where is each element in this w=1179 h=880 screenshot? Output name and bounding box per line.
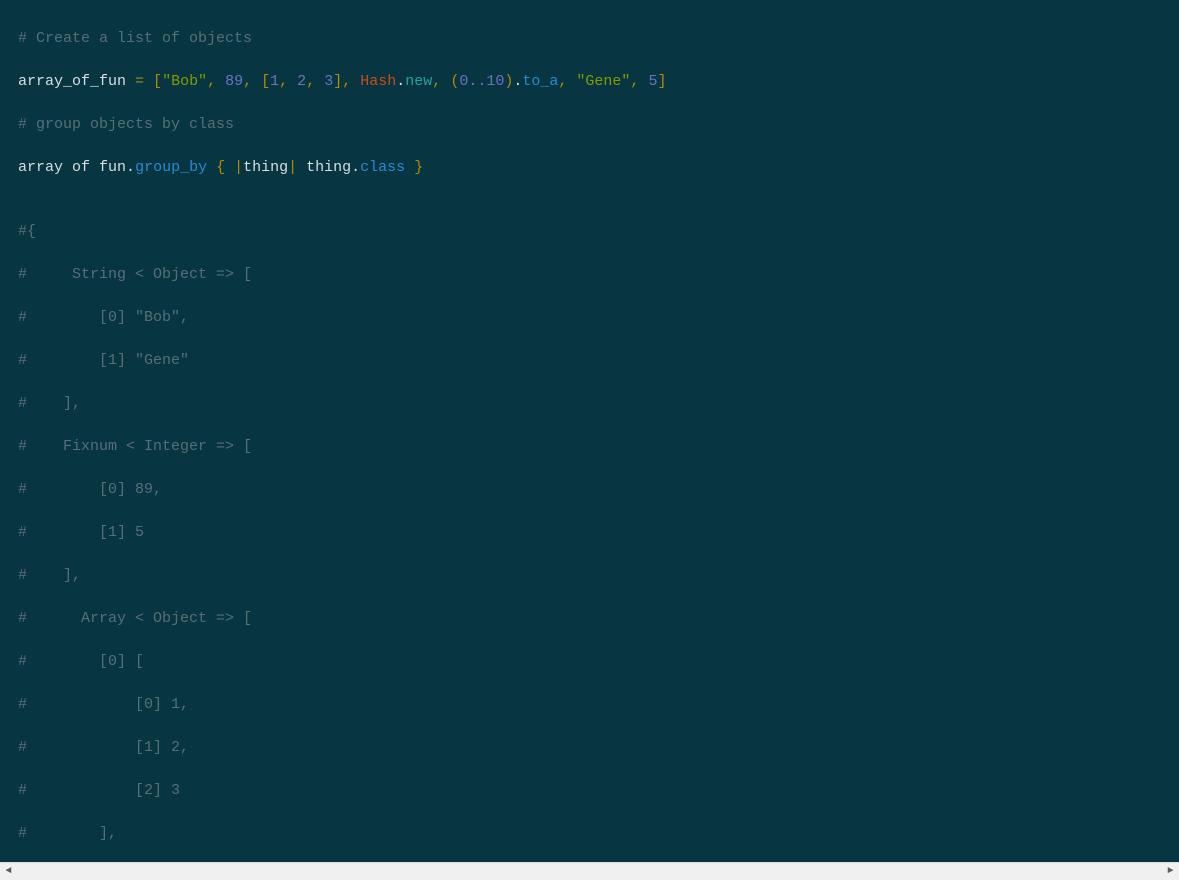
- code-line: # String < Object => [: [18, 264, 1179, 286]
- comma: ,: [558, 73, 576, 90]
- code-line: # [0] 1,: [18, 694, 1179, 716]
- comment-text: # [1] 5: [18, 524, 144, 541]
- code-line: # Fixnum < Integer => [: [18, 436, 1179, 458]
- scroll-left-button[interactable]: ◄: [0, 863, 17, 880]
- operator: =: [126, 73, 153, 90]
- code-line: #{: [18, 221, 1179, 243]
- comma: ,: [279, 73, 297, 90]
- dot: .: [396, 73, 405, 90]
- method: group_by: [135, 159, 207, 176]
- dot: .: [351, 159, 360, 176]
- comment-text: # ],: [18, 825, 117, 842]
- range-literal: 0..10: [459, 73, 504, 90]
- dot: .: [126, 159, 135, 176]
- code-line: # [1] 5: [18, 522, 1179, 544]
- code-line: array of fun.group_by { |thing| thing.cl…: [18, 157, 1179, 179]
- brace: }: [405, 159, 423, 176]
- comma: ,: [306, 73, 324, 90]
- code-line: # [0] "Bob",: [18, 307, 1179, 329]
- comma: ,: [630, 73, 648, 90]
- comment-text: # [2] 3: [18, 782, 180, 799]
- code-line: # ],: [18, 393, 1179, 415]
- code-line: # ],: [18, 823, 1179, 845]
- code-line: # [0] 89,: [18, 479, 1179, 501]
- bracket: [: [261, 73, 270, 90]
- pipe: |: [288, 159, 297, 176]
- code-line: # Array < Object => [: [18, 608, 1179, 630]
- paren: ): [504, 73, 513, 90]
- code-line: # [1] "Gene": [18, 350, 1179, 372]
- comment-text: # [0] 89,: [18, 481, 162, 498]
- code-line: # Create a list of objects: [18, 28, 1179, 50]
- comment-text: #{: [18, 223, 36, 240]
- chevron-right-icon: ►: [1167, 861, 1173, 880]
- comment-text: # [0] "Bob",: [18, 309, 189, 326]
- comment-text: # ],: [18, 395, 81, 412]
- code-line: # [2] 3: [18, 780, 1179, 802]
- number-literal: 89: [225, 73, 243, 90]
- code-line: # ],: [18, 565, 1179, 587]
- code-line: # group objects by class: [18, 114, 1179, 136]
- code-line: # [0] [: [18, 651, 1179, 673]
- code-line: array_of_fun = ["Bob", 89, [1, 2, 3], Ha…: [18, 71, 1179, 93]
- horizontal-scrollbar[interactable]: ◄ ►: [0, 862, 1179, 880]
- identifier: fun: [99, 159, 126, 176]
- comma: ,: [342, 73, 360, 90]
- method: new: [405, 73, 432, 90]
- bracket: [: [153, 73, 162, 90]
- identifier: array: [18, 159, 63, 176]
- number-literal: 3: [324, 73, 333, 90]
- identifier: thing: [297, 159, 351, 176]
- method: to_a: [522, 73, 558, 90]
- editor-frame: # Create a list of objects array_of_fun …: [0, 0, 1179, 880]
- number-literal: 1: [270, 73, 279, 90]
- scroll-right-button[interactable]: ►: [1162, 863, 1179, 880]
- comment-text: # [0] 1,: [18, 696, 189, 713]
- pipe: |: [234, 159, 243, 176]
- code-line: # [1] 2,: [18, 737, 1179, 759]
- comment-text: # Fixnum < Integer => [: [18, 438, 252, 455]
- bracket: ]: [657, 73, 666, 90]
- comment-text: # [1] 2,: [18, 739, 189, 756]
- comma: ,: [243, 73, 261, 90]
- scrollbar-track[interactable]: [17, 863, 1162, 880]
- method: class: [360, 159, 405, 176]
- brace: {: [207, 159, 234, 176]
- comment-text: # String < Object => [: [18, 266, 252, 283]
- comma: ,: [207, 73, 225, 90]
- chevron-left-icon: ◄: [5, 861, 11, 880]
- string-literal: "Gene": [576, 73, 630, 90]
- paren: (: [450, 73, 459, 90]
- comment-text: # Create a list of objects: [18, 30, 252, 47]
- comment-text: # Array < Object => [: [18, 610, 252, 627]
- comment-text: # [1] "Gene": [18, 352, 189, 369]
- bracket: ]: [333, 73, 342, 90]
- constant: Hash: [360, 73, 396, 90]
- code-area[interactable]: # Create a list of objects array_of_fun …: [0, 0, 1179, 862]
- identifier: of: [63, 159, 99, 176]
- string-literal: "Bob": [162, 73, 207, 90]
- identifier: array_of_fun: [18, 73, 126, 90]
- identifier: thing: [243, 159, 288, 176]
- comment-text: # group objects by class: [18, 116, 234, 133]
- comma: ,: [432, 73, 450, 90]
- comment-text: # ],: [18, 567, 81, 584]
- comment-text: # [0] [: [18, 653, 144, 670]
- number-literal: 2: [297, 73, 306, 90]
